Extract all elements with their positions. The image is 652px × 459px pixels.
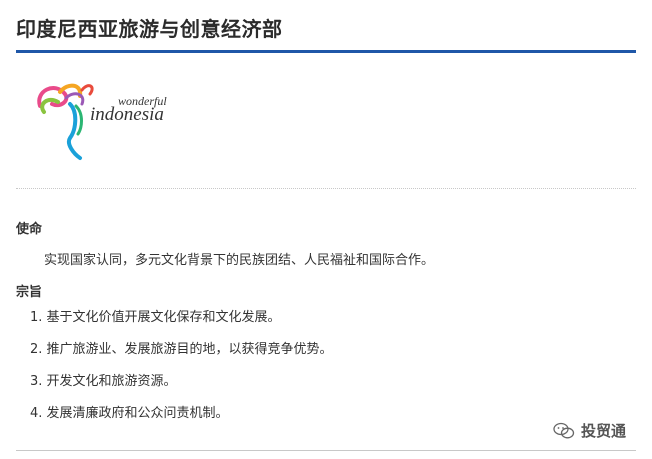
title-underline: [16, 50, 636, 53]
mission-heading: 使命: [16, 222, 43, 237]
page-title: 印度尼西亚旅游与创意经济部: [16, 17, 283, 41]
section-divider: [16, 188, 636, 189]
list-item: 1. 基于文化价值开展文化保存和文化发展。: [30, 310, 281, 325]
source-watermark: 投贸通: [553, 420, 626, 441]
list-item: 2. 推广旅游业、发展旅游目的地，以获得竞争优势。: [30, 342, 333, 357]
wonderful-indonesia-logo: wonderful indonesia: [30, 76, 190, 162]
list-item: 3. 开发文化和旅游资源。: [30, 374, 177, 389]
mission-text: 实现国家认同，多元文化背景下的民族团结、人民福祉和国际合作。: [44, 253, 435, 268]
watermark-text: 投贸通: [581, 422, 627, 440]
purpose-heading: 宗旨: [16, 285, 43, 300]
wechat-icon: [553, 422, 575, 438]
logo-indonesia-text: indonesia: [90, 104, 164, 125]
list-item: 4. 发展清廉政府和公众问责机制。: [30, 406, 229, 421]
purpose-list: 1. 基于文化价值开展文化保存和文化发展。 2. 推广旅游业、发展旅游目的地，以…: [30, 310, 333, 438]
bottom-divider: [16, 450, 636, 451]
